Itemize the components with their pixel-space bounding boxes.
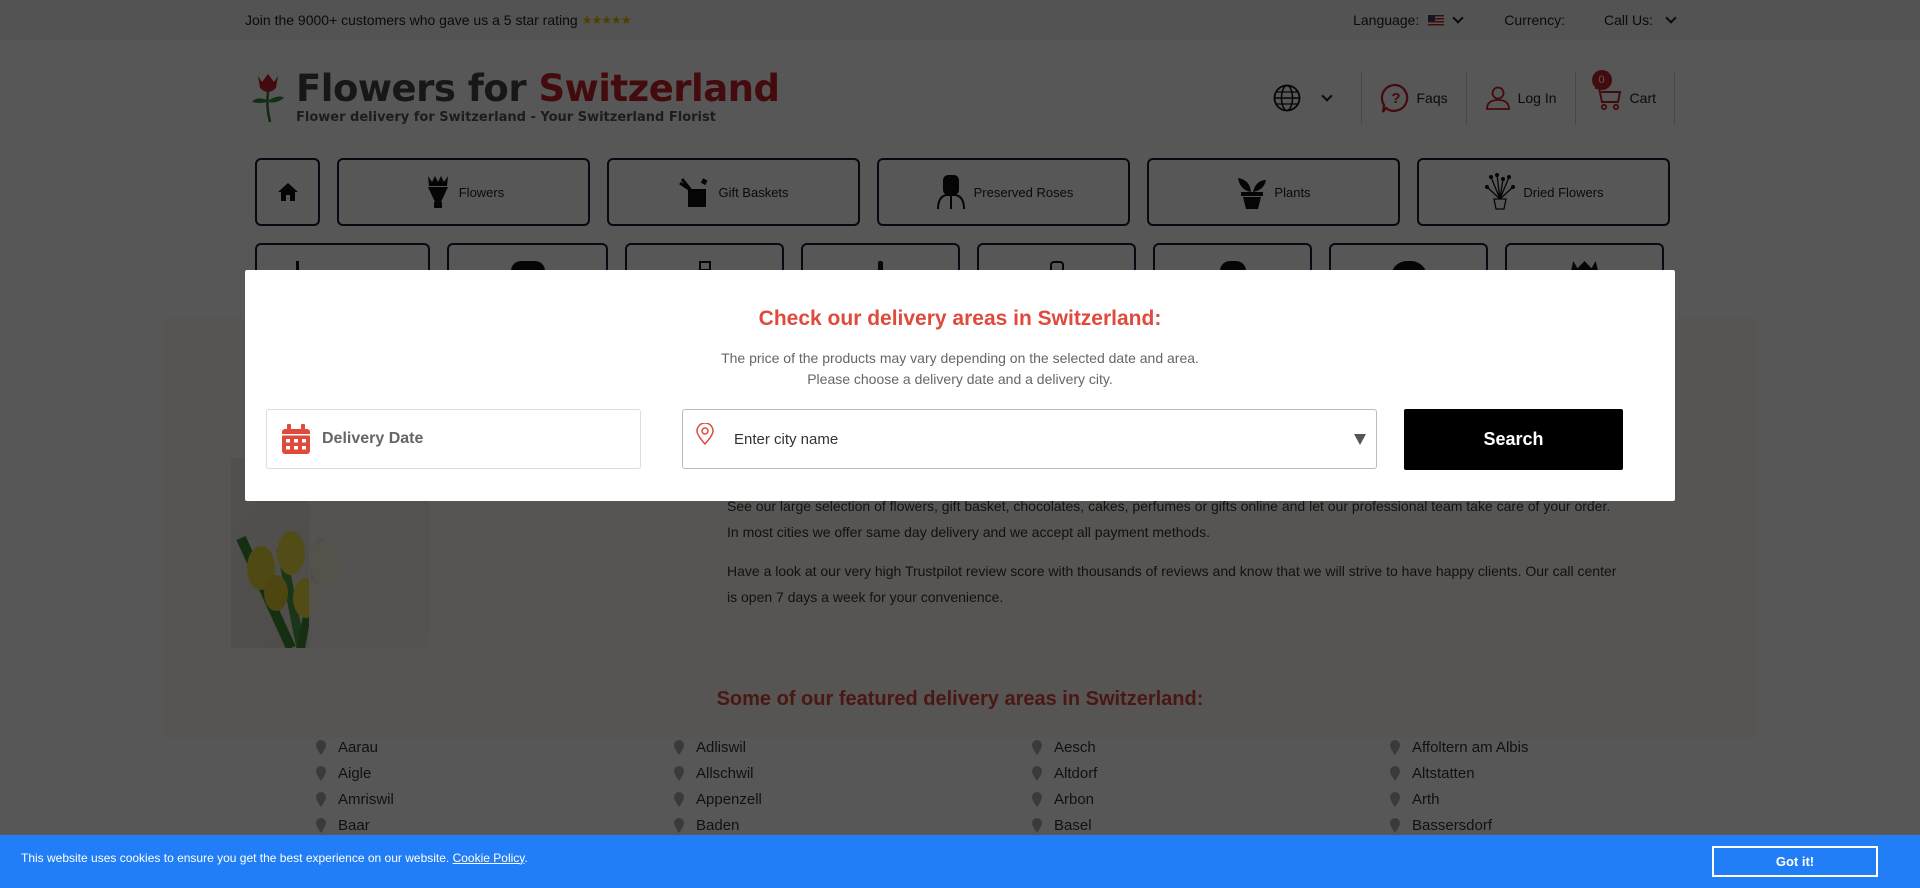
cookie-text: This website uses cookies to ensure you … [21,850,453,865]
delivery-area-modal: Check our delivery areas in Switzerland:… [245,270,1675,501]
delivery-date-picker[interactable]: Delivery Date [266,409,641,469]
calendar-icon [282,424,310,454]
city-select[interactable] [682,409,1377,469]
cookie-accept-button[interactable]: Got it! [1712,846,1878,877]
modal-description-line-1: The price of the products may vary depen… [721,350,1199,366]
city-search-input[interactable] [734,419,1354,459]
modal-description: The price of the products may vary depen… [245,348,1675,390]
cookie-policy-link[interactable]: Cookie Policy [453,851,525,865]
dropdown-caret-icon[interactable] [1354,433,1366,445]
cookie-message: This website uses cookies to ensure you … [21,850,528,865]
search-button[interactable]: Search [1404,409,1623,470]
location-pin-icon [696,423,714,445]
cookie-banner: This website uses cookies to ensure you … [0,835,1920,888]
delivery-date-label: Delivery Date [322,430,424,447]
modal-description-line-2: Please choose a delivery date and a deli… [807,371,1113,387]
modal-title: Check our delivery areas in Switzerland: [758,307,1162,330]
